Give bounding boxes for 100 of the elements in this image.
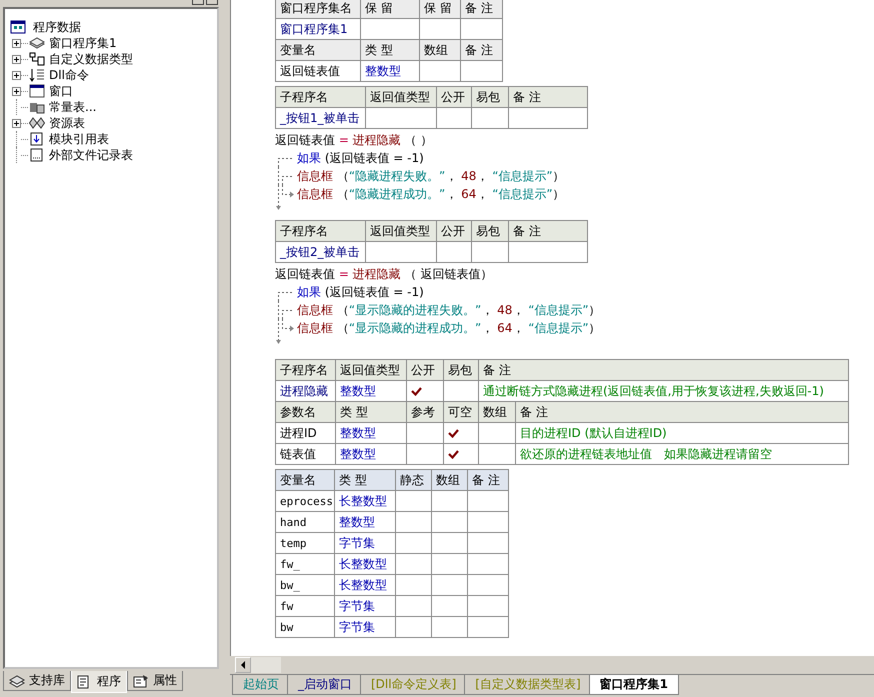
column-header: 备 注 <box>461 0 503 19</box>
variable-name: fw <box>276 596 335 617</box>
checkbox-cell[interactable] <box>437 108 472 129</box>
table-cell: 返回链表值 <box>276 61 361 82</box>
type-link[interactable]: 长整数型 <box>335 575 396 596</box>
checkbox-cell[interactable] <box>396 512 432 533</box>
empty-table-cell <box>432 554 468 575</box>
checkbox-cell[interactable] <box>396 554 432 575</box>
variable-name: hand <box>276 512 335 533</box>
empty-table-cell <box>468 533 509 554</box>
checkbox-cell[interactable] <box>396 617 432 638</box>
command-name: 信息框 <box>297 320 333 337</box>
type-link[interactable]: 整数型 <box>361 61 420 82</box>
file-icon <box>29 148 45 162</box>
expand-icon[interactable] <box>12 54 21 64</box>
tree-item[interactable]: 窗口 <box>48 82 74 100</box>
left-arrow-icon <box>240 661 246 669</box>
empty-table-cell <box>432 533 468 554</box>
operator: = <box>338 132 350 149</box>
column-header: 数组 <box>432 470 468 491</box>
code-text: ， <box>481 320 494 337</box>
type-link[interactable]: 字节集 <box>335 533 396 554</box>
command-name: 进程隐藏 <box>352 132 401 149</box>
panel-tab[interactable]: 属性 <box>127 671 183 691</box>
column-header: 参数名 <box>276 402 336 423</box>
panel-tab[interactable]: 支持库 <box>3 671 71 691</box>
tree-item[interactable]: 模块引用表 <box>48 130 110 148</box>
column-header: 易包 <box>444 360 479 381</box>
checkbox-cell[interactable] <box>472 242 509 263</box>
type-link[interactable]: 整数型 <box>335 512 396 533</box>
type-link[interactable]: 整数型 <box>336 444 407 465</box>
column-header: 变量名 <box>276 40 361 61</box>
command-name: 信息框 <box>297 168 333 185</box>
checkbox-cell[interactable] <box>396 596 432 617</box>
code-text: ， <box>481 302 494 319</box>
checkbox-cell[interactable] <box>407 423 444 444</box>
checkbox-cell[interactable] <box>396 491 432 512</box>
flow-keyword: 如果 <box>297 284 321 301</box>
column-header: 返回值类型 <box>366 221 437 242</box>
tree-item[interactable]: 程序数据 <box>32 18 82 36</box>
scroll-left-button[interactable] <box>235 657 251 673</box>
checkbox-cell[interactable] <box>444 423 479 444</box>
type-link[interactable]: 字节集 <box>335 596 396 617</box>
column-header: 备 注 <box>468 470 509 491</box>
table-cell: 链表值 <box>276 444 336 465</box>
flow-keyword: 如果 <box>297 150 321 167</box>
document-tab[interactable]: _启动窗口 <box>287 675 363 695</box>
code-text: ， <box>445 186 458 203</box>
checkmark-icon <box>448 450 459 458</box>
code-text: （ <box>336 168 349 185</box>
type-link[interactable]: 长整数型 <box>335 491 396 512</box>
empty-table-cell <box>432 491 468 512</box>
checkbox-cell[interactable] <box>407 444 444 465</box>
expand-icon[interactable] <box>12 118 21 128</box>
expand-icon[interactable] <box>12 70 21 80</box>
code-text: ） <box>588 302 601 319</box>
number-literal: 48 <box>461 168 476 185</box>
number-literal: 48 <box>497 302 512 319</box>
empty-table-cell <box>468 512 509 533</box>
checkbox-cell[interactable] <box>396 575 432 596</box>
tree-item[interactable]: 外部文件记录表 <box>48 146 134 164</box>
column-header: 保 留 <box>420 0 461 19</box>
checkbox-cell[interactable] <box>472 108 509 129</box>
checkbox-cell[interactable] <box>437 242 472 263</box>
column-header: 备 注 <box>461 40 503 61</box>
string-literal: “隐藏进程失败。” <box>348 168 446 185</box>
document-tab[interactable]: 窗口程序集1 <box>588 675 680 695</box>
expand-icon[interactable] <box>12 86 21 96</box>
code-text: ， <box>476 168 490 185</box>
tree-item[interactable]: 资源表 <box>48 114 86 132</box>
column-header: 备 注 <box>479 360 849 381</box>
program-data-icon <box>10 20 26 34</box>
list-arrow-icon <box>29 68 45 82</box>
checkbox-cell[interactable] <box>396 533 432 554</box>
code-text: ） <box>552 186 565 203</box>
checkbox-cell[interactable] <box>444 444 479 465</box>
window-icon <box>29 84 45 98</box>
tree-item[interactable]: 常量表... <box>48 98 98 116</box>
code-text: （ ） <box>404 132 432 149</box>
type-link[interactable]: 字节集 <box>335 617 396 638</box>
code-text: ， <box>476 186 490 203</box>
code-text: （ <box>336 186 349 203</box>
type-link[interactable]: 整数型 <box>336 423 407 444</box>
variable-name: eprocess <box>276 491 335 512</box>
column-header: 静态 <box>396 470 432 491</box>
variable-name: bw <box>276 617 335 638</box>
checkbox-cell[interactable] <box>479 444 516 465</box>
type-link[interactable]: 长整数型 <box>335 554 396 575</box>
column-header: 公开 <box>437 87 472 108</box>
panel-tab[interactable]: 程序 <box>71 671 127 693</box>
tree-item[interactable]: 自定义数据类型 <box>48 50 134 68</box>
tree-item[interactable]: Dll命令 <box>48 66 90 84</box>
column-header: 变量名 <box>276 470 335 491</box>
expand-icon[interactable] <box>12 38 21 48</box>
command-name: 信息框 <box>297 186 333 203</box>
checkbox-cell[interactable] <box>479 423 516 444</box>
cylinders-icon <box>29 100 45 114</box>
tree-item[interactable]: 窗口程序集1 <box>48 34 118 52</box>
scrollbar-thumb[interactable] <box>251 657 281 673</box>
layers-icon <box>29 36 45 50</box>
